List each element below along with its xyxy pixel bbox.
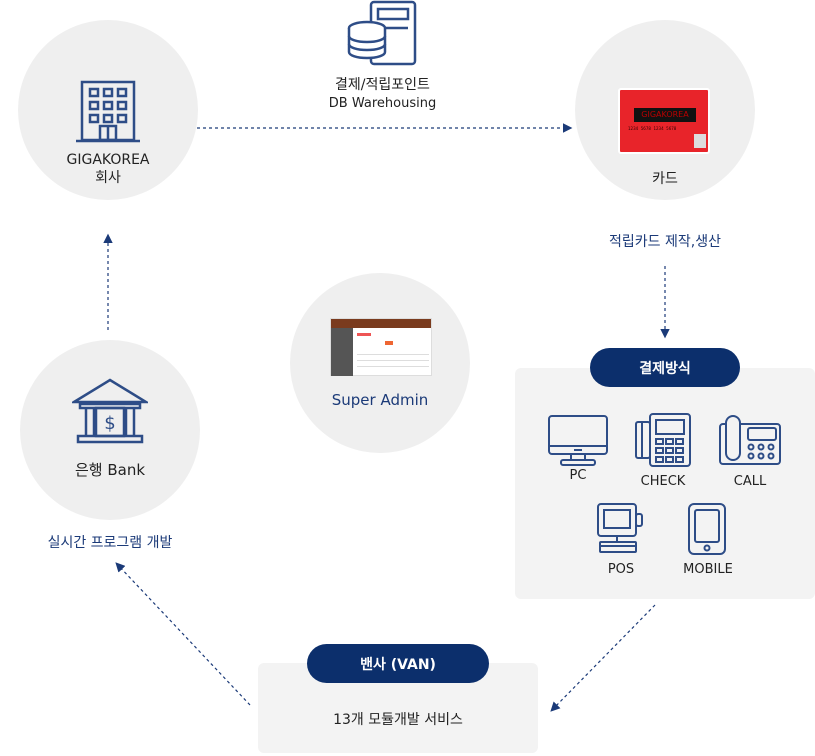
db-label-2: DB Warehousing xyxy=(328,96,437,111)
bank-caption: 실시간 프로그램 개발 xyxy=(47,535,173,551)
super-admin-label: Super Admin xyxy=(331,391,429,409)
database-server-icon xyxy=(345,0,420,66)
payment-label-pos: POS xyxy=(607,562,635,577)
qr-code-icon xyxy=(694,134,706,148)
card-image: GIGAKOREA 1234 5678 1234 5678 xyxy=(618,88,710,154)
payment-label-pc: PC xyxy=(569,468,587,483)
monitor-icon xyxy=(547,414,609,468)
card-numbers: 1234 5678 1234 5678 xyxy=(628,126,677,131)
telephone-icon xyxy=(718,414,782,466)
card-brand: GIGAKOREA xyxy=(634,108,696,122)
pos-icon xyxy=(596,502,646,556)
van-title: 밴사 (VAN) xyxy=(307,644,489,683)
company-label-1: GIGAKOREA xyxy=(66,152,150,168)
mobile-icon xyxy=(687,502,727,556)
office-building-icon xyxy=(76,80,140,144)
svg-text:$: $ xyxy=(104,413,115,434)
van-description: 13개 모듈개발 서비스 xyxy=(333,712,463,728)
arrow-payment-to-van xyxy=(550,604,656,712)
payment-label-check: CHECK xyxy=(640,474,686,489)
payment-label-mobile: MOBILE xyxy=(683,562,733,577)
admin-screenshot xyxy=(330,318,432,376)
company-label-2: 회사 xyxy=(95,170,121,186)
db-label-1: 결제/적립포인트 xyxy=(335,77,430,93)
arrow-van-to-bank xyxy=(115,562,251,706)
card-label: 카드 xyxy=(652,171,678,187)
card-caption: 적립카드 제작,생산 xyxy=(609,234,721,250)
card-terminal-icon xyxy=(634,412,692,468)
payment-label-call: CALL xyxy=(733,474,767,489)
payment-methods-title: 결제방식 xyxy=(590,348,740,387)
bank-label: 은행 Bank xyxy=(74,461,146,479)
bank-icon: $ xyxy=(72,378,148,446)
